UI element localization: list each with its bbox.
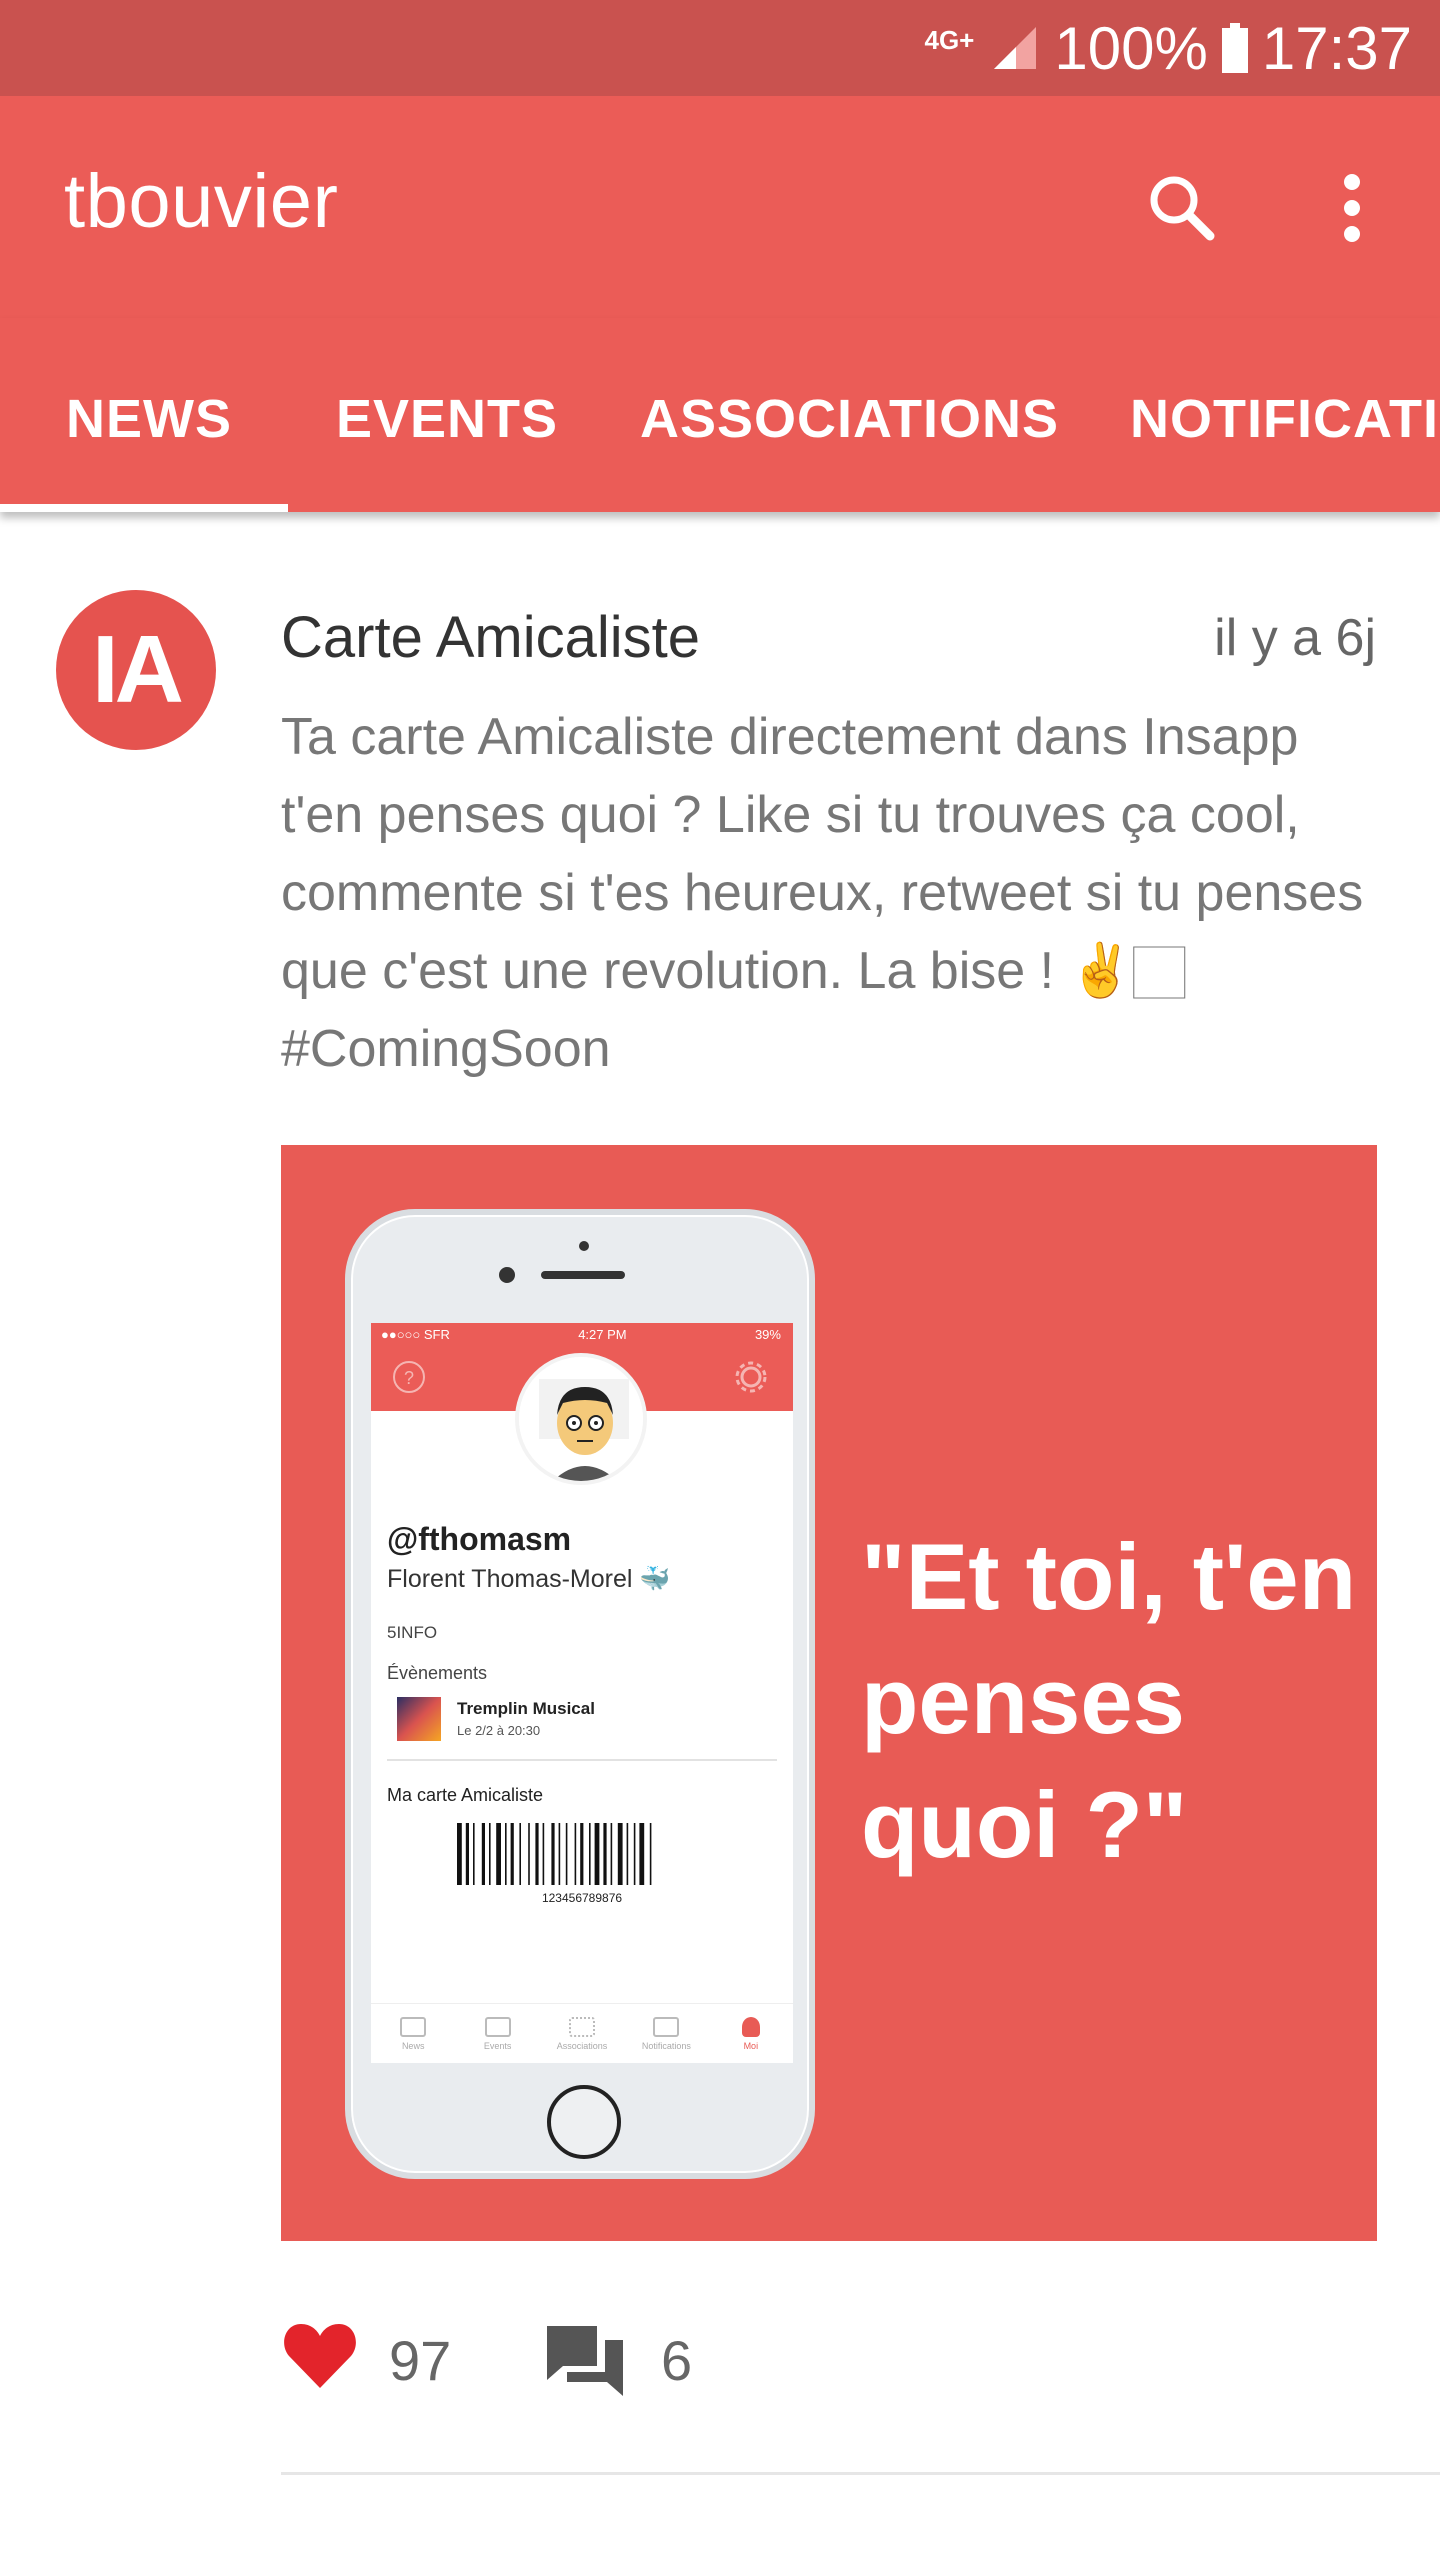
tab-events[interactable]: EVENTS <box>336 388 558 450</box>
comment-count: 6 <box>661 2329 693 2392</box>
post-title: Carte Amicaliste <box>281 605 701 670</box>
tab-bar: NEWS EVENTS ASSOCIATIONS NOTIFICATIONS <box>0 318 1440 512</box>
phone-nav-label: Notifications <box>641 2040 691 2051</box>
comment-icon[interactable] <box>545 2322 625 2398</box>
tab-news[interactable]: NEWS <box>66 388 232 450</box>
phone-mockup: ●●○○○ SFR 4:27 PM 39% ? @fthomasm Floren… <box>345 1209 815 2179</box>
phone-bottom-nav: News Events Associations Notifications M… <box>371 2003 793 2063</box>
phone-camera <box>499 1267 515 1283</box>
phone-nav-label: Associations <box>556 2040 608 2051</box>
avatar-logo: IA <box>92 616 184 723</box>
phone-nav-label: Events <box>483 2040 512 2051</box>
image-quote: "Et toi, t'en penses quoi ?" <box>861 1524 1357 1877</box>
signal-icon <box>994 27 1037 69</box>
phone-nav-me: Moi <box>709 2004 793 2063</box>
search-icon <box>1150 176 1215 241</box>
battery-icon <box>1221 23 1248 73</box>
post-text: Ta carte Amicaliste directement dans Ins… <box>281 708 1364 1078</box>
news-post[interactable]: IA Carte Amicaliste il y a 6j Ta carte A… <box>0 512 1440 2560</box>
grid-icon <box>569 2016 596 2037</box>
network-type: 4G+ <box>924 25 975 55</box>
divider <box>387 1759 777 1761</box>
help-icon: ? <box>393 1361 425 1393</box>
association-avatar[interactable]: IA <box>56 590 216 750</box>
profile-handle: @fthomasm <box>387 1521 572 1557</box>
phone-time: 4:27 PM <box>578 1327 627 1342</box>
barcode-icon <box>457 1823 652 1885</box>
phone-sensor <box>579 1241 589 1251</box>
megaphone-icon <box>653 2016 680 2037</box>
phone-speaker <box>541 1271 625 1279</box>
phone-screen: ●●○○○ SFR 4:27 PM 39% ? @fthomasm Floren… <box>371 1323 793 2063</box>
post-divider <box>281 2472 1440 2475</box>
tab-notifications[interactable]: NOTIFICATIONS <box>1130 388 1440 450</box>
battery-percent: 100% <box>1054 14 1208 82</box>
profile-name: Florent Thomas-Morel 🐳 <box>387 1565 671 1593</box>
page-title: tbouvier <box>64 159 339 244</box>
app-bar: tbouvier <box>0 96 1440 318</box>
phone-status-bar: ●●○○○ SFR 4:27 PM 39% <box>381 1327 781 1342</box>
person-icon <box>741 2016 760 2037</box>
phone-nav-label: Moi <box>743 2040 759 2051</box>
phone-nav-news: News <box>371 2004 455 2063</box>
phone-nav-label: News <box>401 2040 425 2051</box>
calendar-icon <box>484 2016 511 2037</box>
events-heading: Évènements <box>387 1663 488 1683</box>
profile-department: 5INFO <box>387 1623 438 1642</box>
phone-nav-notifications: Notifications <box>624 2004 708 2063</box>
heart-icon[interactable] <box>281 2320 359 2390</box>
card-heading: Ma carte Amicaliste <box>387 1785 544 1805</box>
like-count: 97 <box>389 2329 452 2392</box>
tab-associations[interactable]: ASSOCIATIONS <box>640 388 1059 450</box>
profile-avatar <box>515 1353 647 1485</box>
post-time: il y a 6j <box>1214 609 1376 667</box>
barcode-number: 123456789876 <box>541 1891 623 1905</box>
phone-nav-associations: Associations <box>540 2004 624 2063</box>
event-title: Tremplin Musical <box>457 1699 595 1718</box>
event-date: Le 2/2 à 20:30 <box>457 1723 541 1738</box>
post-actions: 97 6 <box>281 2312 1381 2412</box>
phone-battery: 39% <box>754 1327 781 1342</box>
tab-indicator <box>0 504 288 512</box>
search-button[interactable] <box>1134 160 1230 256</box>
news-icon <box>400 2016 427 2037</box>
clock: 17:37 <box>1261 14 1412 82</box>
phone-home-button <box>547 2085 621 2159</box>
post-image[interactable]: ●●○○○ SFR 4:27 PM 39% ? @fthomasm Floren… <box>281 1145 1377 2241</box>
more-vert-icon <box>1344 174 1360 242</box>
gear-icon <box>735 1361 767 1393</box>
status-bar: 4G+ 100% 17:37 <box>0 0 1440 96</box>
cartoon-avatar-icon <box>519 1357 643 1481</box>
svg-text:?: ? <box>404 1368 414 1388</box>
event-thumbnail <box>397 1697 441 1741</box>
more-options-button[interactable] <box>1304 160 1400 256</box>
phone-nav-events: Events <box>455 2004 539 2063</box>
phone-carrier: ●●○○○ SFR <box>381 1327 450 1342</box>
